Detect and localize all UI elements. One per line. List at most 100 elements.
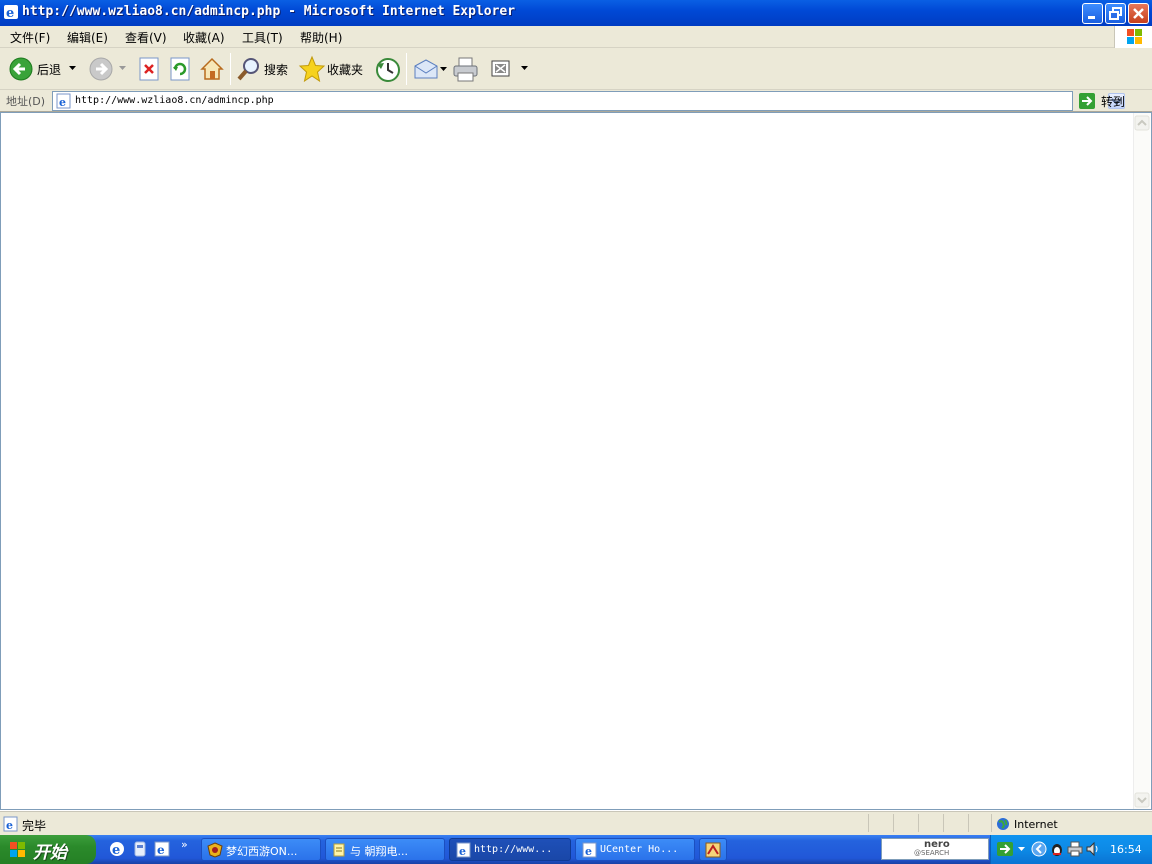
page-ie-icon: e [56,93,71,109]
app-icon [705,842,721,858]
go-arrow-icon [1079,93,1095,109]
page-ie-icon: e [3,816,18,832]
history-icon[interactable] [374,56,401,83]
menu-tools[interactable]: 工具(T) [242,29,283,46]
status-divider [918,814,919,832]
title-bar[interactable]: e http://www.wzliao8.cn/admincp.php - Mi… [0,0,1152,26]
go-label: 转到 [1101,95,1126,109]
nero-search-box[interactable]: nero @SEARCH [881,838,989,860]
menu-edit[interactable]: 编辑(E) [67,29,108,46]
svg-text:e: e [6,6,14,20]
mail-dropdown-icon[interactable] [440,67,447,72]
menu-file[interactable]: 文件(F) [10,29,50,46]
task-label: 梦幻西游ON... [226,845,298,858]
menu-bar: 文件(F) 编辑(E) 查看(V) 收藏(A) 工具(T) 帮助(H) [0,26,1152,48]
address-input[interactable]: e http://www.wzliao8.cn/admincp.php [52,91,1125,111]
status-divider [943,814,944,832]
taskbar-button-game[interactable]: 梦幻西游ON... [201,838,321,861]
back-dropdown-icon[interactable] [69,66,76,71]
quicklaunch-browser-icon[interactable]: e [153,840,171,858]
address-url: http://www.wzliao8.cn/admincp.php [75,95,274,106]
ie-icon: e [456,842,471,858]
address-bar: 地址(D) e http://www.wzliao8.cn/admincp.ph… [0,90,1152,112]
svg-text:e: e [585,845,592,858]
chevron-left-icon[interactable] [1031,841,1047,857]
go-arrow-icon[interactable] [996,841,1014,857]
toolbar: 后退 搜索 收藏夹 [0,48,1152,90]
status-divider [868,814,869,832]
toolbar-separator [406,53,407,85]
toolbar-separator [230,53,231,85]
forward-dropdown-icon[interactable] [119,66,126,71]
scroll-up-icon[interactable] [1134,115,1150,131]
print-icon[interactable] [452,56,479,83]
printer-tray-icon[interactable] [1067,841,1083,857]
minimize-icon [1088,16,1095,19]
ie-icon: e [4,5,18,20]
back-button[interactable]: 后退 [8,55,80,83]
svg-text:e: e [59,96,66,109]
svg-text:e: e [157,843,165,857]
menu-view[interactable]: 查看(V) [125,29,167,46]
quicklaunch-expand-icon[interactable]: » [181,838,188,851]
volume-icon[interactable] [1085,841,1101,857]
taskbar-button-ie-active[interactable]: e http://www... [449,838,571,861]
back-label: 后退 [37,63,62,77]
ie-icon: e [582,842,597,858]
windows-flag-icon [10,842,25,857]
search-button[interactable]: 搜索 [236,55,292,83]
globe-icon [997,818,1009,830]
game-shield-icon [207,842,223,858]
restore-icon [1109,7,1122,20]
taskbar-button-app[interactable] [699,838,727,861]
status-divider [991,814,992,832]
task-label: http://www... [474,844,553,855]
edit-button[interactable] [490,57,530,81]
close-icon [1133,8,1144,19]
task-label: 与 朝翔电... [350,845,408,858]
status-divider [893,814,894,832]
search-icon [237,58,259,81]
nero-search-text: @SEARCH [914,849,950,857]
forward-button[interactable] [88,55,128,83]
window-title: http://www.wzliao8.cn/admincp.php - Micr… [22,4,516,19]
start-button[interactable]: 开始 [0,835,96,864]
favorites-button[interactable]: 收藏夹 [298,55,368,83]
clock: 16:54 [1110,843,1142,856]
favorites-label: 收藏夹 [327,63,364,77]
go-button[interactable]: 转到 [1078,91,1132,111]
menu-favorites[interactable]: 收藏(A) [183,29,225,46]
svg-text:e: e [112,843,120,858]
quicklaunch-ie-icon[interactable]: e [108,840,126,858]
edit-page-icon [491,60,510,77]
edit-dropdown-icon[interactable] [521,66,528,71]
status-text: 完毕 [22,819,47,833]
forward-arrow-icon [89,57,113,81]
address-label: 地址(D) [6,95,46,108]
taskbar-button-ucenter[interactable]: e UCenter Ho... [575,838,695,861]
status-divider [968,814,969,832]
mail-button[interactable] [413,56,449,82]
vertical-scrollbar[interactable] [1133,113,1150,809]
refresh-icon[interactable] [169,57,191,81]
system-tray: 16:54 [990,835,1152,864]
scroll-down-icon[interactable] [1134,792,1150,808]
star-icon [298,55,326,83]
close-button[interactable] [1128,3,1149,24]
task-label: UCenter Ho... [600,844,679,855]
taskbar-button-chat[interactable]: 与 朝翔电... [325,838,445,861]
tray-dropdown-icon[interactable] [1018,847,1025,852]
svg-text:e: e [459,845,466,858]
home-icon[interactable] [199,56,225,82]
menu-help[interactable]: 帮助(H) [300,29,342,46]
stop-icon[interactable] [138,57,160,81]
svg-text:e: e [6,819,13,832]
quicklaunch-app-icon[interactable] [132,840,148,858]
minimize-button[interactable] [1082,3,1103,24]
note-icon [333,843,345,857]
security-zone: Internet [1014,818,1058,831]
windows-flag-icon [1127,29,1142,44]
restore-button[interactable] [1105,3,1126,24]
qq-penguin-icon[interactable] [1049,841,1065,857]
page-content-area[interactable] [0,112,1152,810]
